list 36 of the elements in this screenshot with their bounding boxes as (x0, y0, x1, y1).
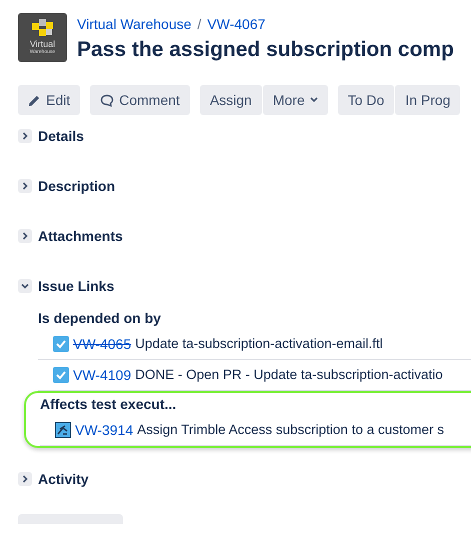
logo-text: Virtual (30, 39, 56, 49)
toolbar-button[interactable]: Edit (18, 85, 80, 115)
toolbar-button[interactable]: To Do (338, 85, 394, 115)
cubes-icon (30, 17, 56, 39)
caret-icon (310, 97, 318, 103)
pencil-icon (28, 94, 41, 106)
section-title[interactable]: Details (38, 126, 84, 146)
checkbox-icon (53, 336, 69, 352)
chevron-icon[interactable] (18, 129, 32, 143)
chevron-icon[interactable] (18, 229, 32, 243)
test-execution-icon (55, 422, 71, 438)
issue-summary: Assign Trimble Access subscription to a customer s (137, 420, 444, 439)
issue-summary: Update ta-subscription-activation-email.ftl (135, 334, 383, 353)
toolbar-button[interactable]: More (262, 85, 328, 115)
breadcrumb-link[interactable]: VW-4067 (207, 14, 266, 35)
issue-summary: DONE - Open PR - Update ta-subscription-activatio (135, 366, 443, 384)
section-title[interactable]: Description (38, 176, 116, 196)
chevron-icon[interactable] (18, 472, 32, 486)
toolbar-button[interactable]: In Prog (395, 85, 460, 115)
issue-key-link[interactable]: VW-4109 (73, 364, 132, 386)
toolbar-button[interactable]: Comment (90, 85, 190, 115)
issue-title: Pass the assigned subscription comp (77, 37, 454, 63)
issue-key-link[interactable]: VW-4065 (73, 334, 132, 354)
breadcrumb-separator: / (197, 15, 202, 34)
chevron-icon[interactable] (18, 279, 32, 293)
checkbox-icon (53, 367, 69, 383)
section-title[interactable]: Activity (38, 468, 89, 490)
section-title[interactable]: Attachments (38, 226, 123, 246)
link-group-title: Affects test execut... (40, 394, 178, 414)
section-title[interactable]: Issue Links (38, 276, 114, 296)
issue-key-link[interactable]: VW-3914 (75, 420, 134, 440)
breadcrumb-link[interactable]: Virtual Warehouse (77, 14, 192, 35)
toolbar-button[interactable]: Assign (200, 85, 262, 115)
chevron-icon[interactable] (18, 179, 32, 193)
comment-icon (100, 94, 114, 106)
link-group-title: Is depended on by (38, 308, 162, 328)
